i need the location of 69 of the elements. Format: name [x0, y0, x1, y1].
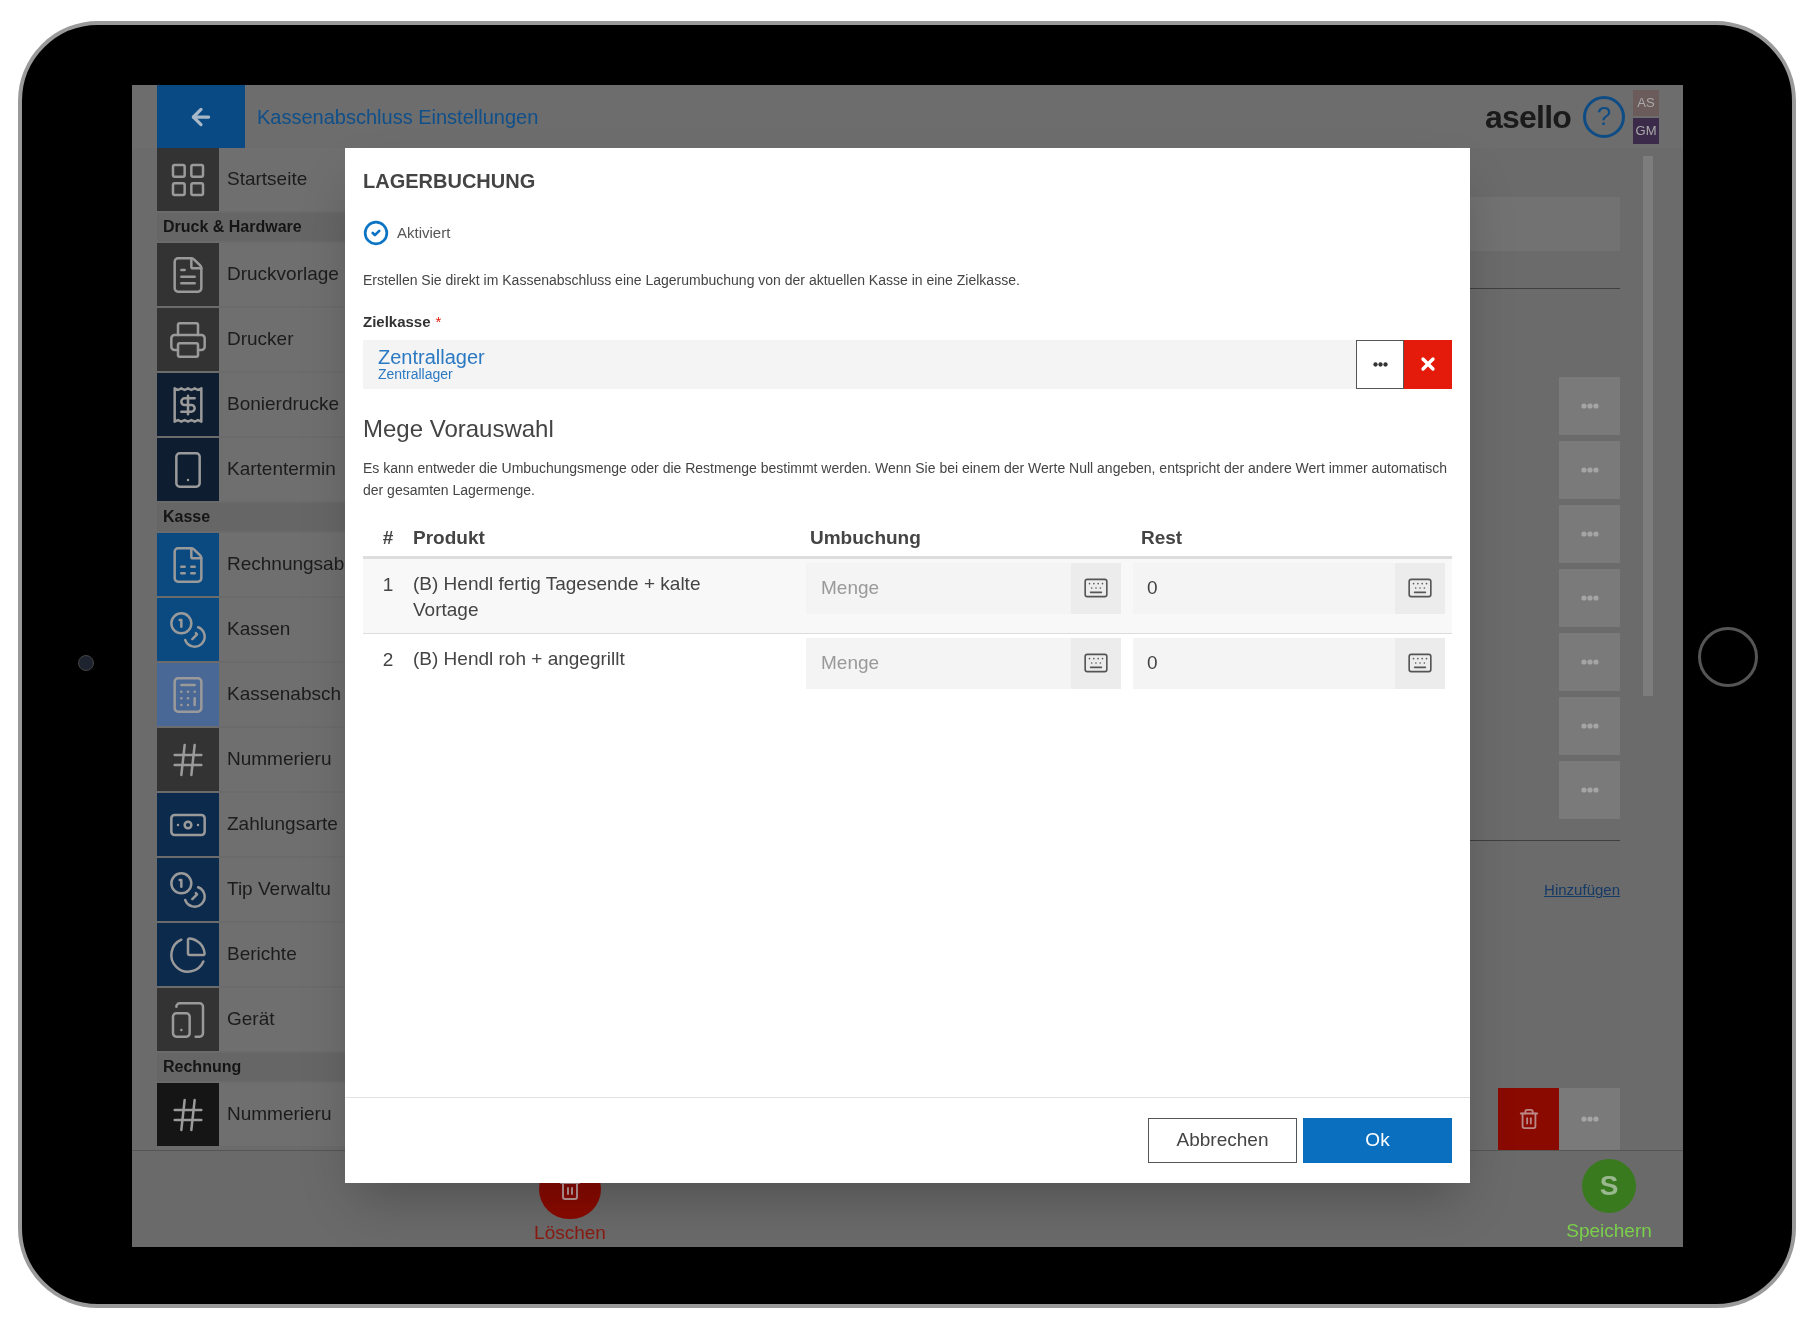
sidebar-item[interactable]: Zahlungsarte: [157, 793, 345, 856]
section-title: Mege Vorauswahl: [363, 413, 555, 444]
sidebar-section-title: Rechnung: [157, 1053, 345, 1081]
sidebar-item[interactable]: Kassen: [157, 598, 345, 661]
sidebar-item[interactable]: Startseite: [157, 148, 345, 211]
camera-icon: [78, 655, 94, 671]
user-badge[interactable]: GM: [1633, 117, 1659, 144]
section-text: Es kann entweder die Umbuchungsmenge oder die Restmenge bestimmt werden. Wenn Sie bei einem der Werte Null angeben, entspricht der andere Wert immer automatisch der gesamten Lagermenge.: [363, 458, 1448, 500]
keyboard-button[interactable]: [1071, 637, 1121, 689]
ellipsis-icon: [1580, 787, 1599, 793]
cancel-button[interactable]: Abbrechen: [1148, 1118, 1297, 1163]
logo: asello: [1485, 97, 1571, 137]
add-link[interactable]: Hinzufügen: [1544, 879, 1620, 902]
more-button[interactable]: [1356, 339, 1404, 389]
activated-label: Aktiviert: [397, 222, 451, 243]
description-text: Erstellen Sie direkt im Kassenabschluss eine Lagerumbuchung von der aktuellen Kasse in eine Zielkasse.: [363, 271, 1021, 290]
sidebar-item[interactable]: Gerät: [157, 988, 345, 1051]
row-index: 1: [381, 572, 395, 597]
back-button[interactable]: [157, 85, 245, 148]
clear-button[interactable]: [1404, 339, 1452, 389]
ellipsis-icon: [1580, 467, 1599, 473]
delete-label: Löschen: [534, 1220, 606, 1245]
home-button[interactable]: [1698, 627, 1758, 687]
rest-field[interactable]: 0: [1133, 562, 1395, 614]
user-badge[interactable]: AS: [1633, 89, 1659, 116]
sidebar-item[interactable]: Tip Verwaltu: [157, 858, 345, 921]
dialog-title: LAGERBUCHUNG: [363, 169, 537, 194]
keyboard-button[interactable]: [1071, 562, 1121, 614]
ellipsis-icon: [1580, 723, 1599, 729]
ellipsis-icon: [1580, 659, 1599, 665]
page-title: Kassenabschluss Einstellungen: [256, 104, 539, 130]
ellipsis-icon: [1372, 361, 1388, 367]
sidebar-item[interactable]: Nummerieru: [157, 728, 345, 791]
rest-field[interactable]: 0: [1133, 637, 1395, 689]
sidebar-item[interactable]: Nummerieru: [157, 1083, 345, 1146]
sidebar-item[interactable]: Druckvorlage: [157, 243, 345, 306]
close-icon: [1418, 354, 1438, 374]
ellipsis-icon: [1580, 531, 1599, 537]
row-index: 2: [381, 647, 395, 672]
sidebar-item[interactable]: Kassenabsch: [157, 663, 345, 726]
sidebar-item[interactable]: Drucker: [157, 308, 345, 371]
sidebar-item[interactable]: Bonierdrucke: [157, 373, 345, 436]
quantity-field[interactable]: Menge: [806, 562, 1071, 614]
required-mark: *: [435, 312, 442, 332]
sidebar-section-title: Kasse: [157, 503, 345, 531]
product-name: (B) Hendl roh + angegrillt: [413, 646, 626, 671]
ellipsis-icon: [1580, 1116, 1599, 1122]
sidebar-item[interactable]: Kartentermin: [157, 438, 345, 501]
column-header: Umbuchung: [809, 525, 922, 550]
ellipsis-icon: [1580, 595, 1599, 601]
target-field[interactable]: Zentrallager Zentrallager: [363, 339, 1356, 389]
sidebar-item[interactable]: Berichte: [157, 923, 345, 986]
column-header: #: [381, 525, 395, 550]
ok-button[interactable]: Ok: [1303, 1118, 1452, 1163]
keyboard-button[interactable]: [1395, 637, 1445, 689]
trash-icon: [1517, 1108, 1540, 1130]
quantity-field[interactable]: Menge: [806, 637, 1071, 689]
sidebar-item[interactable]: Rechnungsab: [157, 533, 345, 596]
save-button[interactable]: S: [1582, 1159, 1636, 1213]
save-label: Speichern: [1566, 1219, 1652, 1243]
ellipsis-icon: [1580, 403, 1599, 409]
check-circle-icon[interactable]: [363, 220, 389, 246]
product-name: (B) Hendl fertig Tagesende + kalte Vortage: [413, 571, 702, 622]
delete-button[interactable]: [1498, 1088, 1559, 1150]
target-label: Zielkasse: [363, 312, 431, 332]
sidebar-section-title: Druck & Hardware: [157, 213, 345, 241]
column-header: Produkt: [413, 525, 486, 550]
column-header: Rest: [1140, 525, 1183, 550]
keyboard-button[interactable]: [1395, 562, 1445, 614]
